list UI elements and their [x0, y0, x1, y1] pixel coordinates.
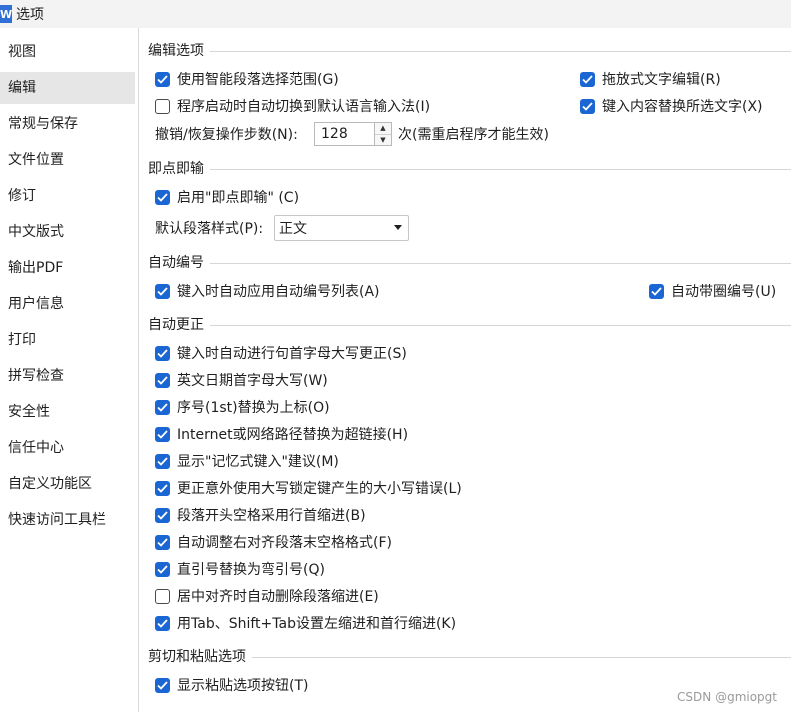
app-icon: W [0, 5, 12, 23]
checkbox-checked-icon[interactable] [155, 615, 170, 631]
spinner-buttons: ▲ ▼ [374, 122, 392, 146]
checkbox-autocorrect-item[interactable]: 键入时自动进行句首字母大写更正(S) [155, 342, 407, 364]
checkbox-circled-number[interactable]: 自动带圈编号(U) [649, 280, 776, 302]
checkbox-checked-icon[interactable] [155, 426, 170, 442]
group-divider [148, 169, 791, 170]
sidebar-item-security[interactable]: 安全性 [0, 396, 135, 428]
checkbox-auto-list[interactable]: 键入时自动应用自动编号列表(A) [155, 280, 380, 302]
checkbox-label: 段落开头空格采用行首缩进(B) [177, 508, 366, 524]
sidebar-item-chinese-layout[interactable]: 中文版式 [0, 216, 135, 248]
undo-steps-label: 撤销/恢复操作步数(N): [155, 127, 298, 143]
chevron-down-icon [394, 225, 402, 230]
checkbox-label: 自动调整右对齐段落末空格格式(F) [177, 535, 392, 551]
sidebar-item-trust-center[interactable]: 信任中心 [0, 432, 135, 464]
checkbox-label: 启用"即点即输" (C) [177, 190, 300, 206]
options-panel: 编辑选项 使用智能段落选择范围(G) 拖放式文字编辑(R) 程序启动时自动切换到… [140, 28, 791, 712]
group-title-auto-correct: 自动更正 [148, 315, 210, 335]
checkbox-label: 键入时自动进行句首字母大写更正(S) [177, 346, 407, 362]
sidebar-item-export-pdf[interactable]: 输出PDF [0, 252, 135, 284]
checkbox-autocorrect-item[interactable]: 用Tab、Shift+Tab设置左缩进和首行缩进(K) [155, 612, 456, 634]
undo-steps-spinner[interactable]: ▲ ▼ [314, 122, 392, 146]
checkbox-auto-switch-lang[interactable]: 程序启动时自动切换到默认语言输入法(I) [155, 95, 430, 117]
checkbox-checked-icon[interactable] [649, 283, 664, 299]
sidebar-item-spell-check[interactable]: 拼写检查 [0, 360, 135, 392]
sidebar-item-custom-ribbon[interactable]: 自定义功能区 [0, 468, 135, 500]
title-bar: W 选项 [0, 0, 791, 28]
checkbox-drag-edit[interactable]: 拖放式文字编辑(R) [580, 68, 721, 90]
checkbox-unchecked-icon[interactable] [155, 588, 170, 604]
checkbox-smart-paragraph[interactable]: 使用智能段落选择范围(G) [155, 68, 339, 90]
checkbox-label: 程序启动时自动切换到默认语言输入法(I) [177, 99, 431, 115]
checkbox-checked-icon[interactable] [155, 372, 170, 388]
checkbox-label: 键入内容替换所选文字(X) [602, 99, 763, 115]
group-divider [148, 51, 791, 52]
checkbox-label: 拖放式文字编辑(R) [602, 72, 721, 88]
checkbox-label: 居中对齐时自动删除段落缩进(E) [177, 589, 379, 605]
checkbox-checked-icon[interactable] [155, 71, 170, 87]
checkbox-checked-icon[interactable] [155, 345, 170, 361]
select-value: 正文 [279, 221, 307, 237]
checkbox-autocorrect-item[interactable]: 直引号替换为弯引号(Q) [155, 558, 325, 580]
checkbox-label: 序号(1st)替换为上标(O) [177, 400, 330, 416]
checkbox-checked-icon[interactable] [580, 71, 595, 87]
checkbox-label: 显示"记忆式键入"建议(M) [177, 454, 339, 470]
group-title-instant-input: 即点即输 [148, 159, 210, 179]
sidebar-item-revision[interactable]: 修订 [0, 180, 135, 212]
checkbox-checked-icon[interactable] [155, 677, 170, 693]
checkbox-label: 自动带圈编号(U) [671, 284, 777, 300]
checkbox-autocorrect-item[interactable]: 段落开头空格采用行首缩进(B) [155, 504, 366, 526]
window-title: 选项 [16, 7, 44, 23]
checkbox-label: Internet或网络路径替换为超链接(H) [177, 427, 409, 443]
spinner-down-icon[interactable]: ▼ [375, 133, 391, 145]
checkbox-label: 用Tab、Shift+Tab设置左缩进和首行缩进(K) [177, 616, 457, 632]
checkbox-label: 英文日期首字母大写(W) [177, 373, 328, 389]
checkbox-label: 使用智能段落选择范围(G) [177, 72, 339, 88]
checkbox-autocorrect-item[interactable]: Internet或网络路径替换为超链接(H) [155, 423, 408, 445]
group-title-cut-paste: 剪切和粘贴选项 [148, 647, 252, 667]
checkbox-autocorrect-item[interactable]: 自动调整右对齐段落末空格格式(F) [155, 531, 392, 553]
checkbox-checked-icon[interactable] [580, 98, 595, 114]
checkbox-autocorrect-item[interactable]: 更正意外使用大写锁定键产生的大小写错误(L) [155, 477, 462, 499]
checkbox-checked-icon[interactable] [155, 561, 170, 577]
checkbox-unchecked-icon[interactable] [155, 98, 170, 114]
sidebar-item-file-location[interactable]: 文件位置 [0, 144, 135, 176]
checkbox-label: 显示粘贴选项按钮(T) [177, 678, 309, 694]
spinner-up-icon[interactable]: ▲ [375, 123, 391, 134]
group-title-auto-numbering: 自动编号 [148, 253, 210, 273]
sidebar: 视图 编辑 常规与保存 文件位置 修订 中文版式 输出PDF 用户信息 打印 拼… [0, 28, 139, 712]
sidebar-item-user-info[interactable]: 用户信息 [0, 288, 135, 320]
checkbox-checked-icon[interactable] [155, 480, 170, 496]
sidebar-item-view[interactable]: 视图 [0, 36, 135, 68]
checkbox-checked-icon[interactable] [155, 534, 170, 550]
checkbox-checked-icon[interactable] [155, 399, 170, 415]
default-style-label: 默认段落样式(P): [155, 221, 264, 237]
checkbox-autocorrect-item[interactable]: 序号(1st)替换为上标(O) [155, 396, 330, 418]
undo-steps-input[interactable] [314, 122, 374, 146]
watermark-text: CSDN @gmiopgt [677, 690, 777, 704]
default-style-select[interactable]: 正文 [274, 215, 409, 241]
checkbox-show-paste-button[interactable]: 显示粘贴选项按钮(T) [155, 674, 308, 696]
checkbox-instant-input[interactable]: 启用"即点即输" (C) [155, 186, 299, 208]
group-divider [148, 263, 791, 264]
checkbox-checked-icon[interactable] [155, 283, 170, 299]
group-title-edit-options: 编辑选项 [148, 41, 210, 61]
checkbox-checked-icon[interactable] [155, 453, 170, 469]
group-divider [148, 325, 791, 326]
checkbox-autocorrect-item[interactable]: 居中对齐时自动删除段落缩进(E) [155, 585, 379, 607]
checkbox-autocorrect-item[interactable]: 英文日期首字母大写(W) [155, 369, 328, 391]
checkbox-checked-icon[interactable] [155, 189, 170, 205]
checkbox-label: 键入时自动应用自动编号列表(A) [177, 284, 380, 300]
checkbox-label: 直引号替换为弯引号(Q) [177, 562, 325, 578]
checkbox-checked-icon[interactable] [155, 507, 170, 523]
checkbox-replace-selected[interactable]: 键入内容替换所选文字(X) [580, 95, 763, 117]
sidebar-item-general-save[interactable]: 常规与保存 [0, 108, 135, 140]
sidebar-item-quick-access-toolbar[interactable]: 快速访问工具栏 [0, 504, 135, 536]
checkbox-autocorrect-item[interactable]: 显示"记忆式键入"建议(M) [155, 450, 339, 472]
checkbox-label: 更正意外使用大写锁定键产生的大小写错误(L) [177, 481, 462, 497]
undo-steps-note: 次(需重启程序才能生效) [398, 127, 549, 143]
sidebar-item-print[interactable]: 打印 [0, 324, 135, 356]
sidebar-item-edit[interactable]: 编辑 [0, 72, 135, 104]
